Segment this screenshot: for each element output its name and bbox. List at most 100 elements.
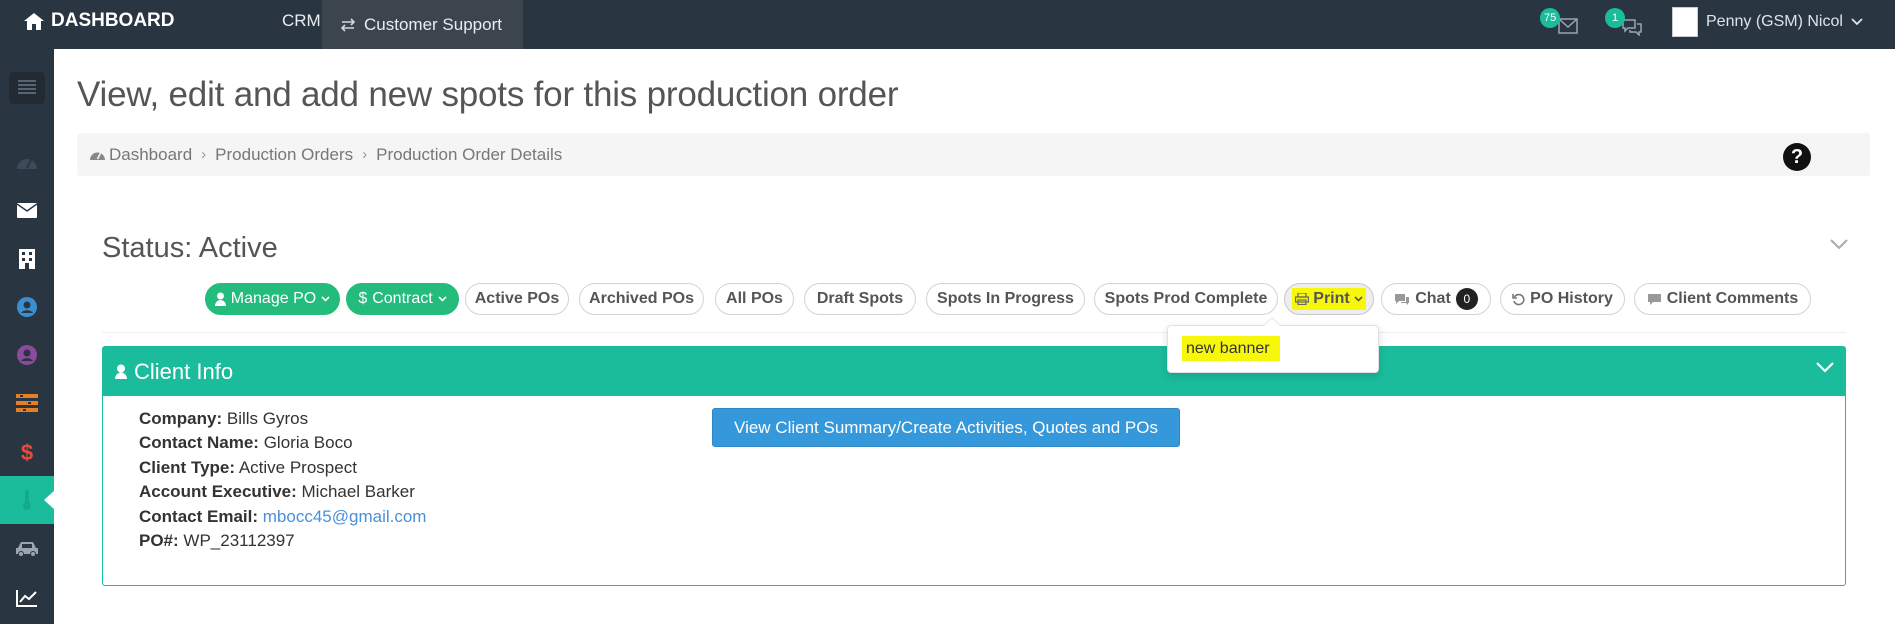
client-type-line: Client Type: Active Prospect xyxy=(139,458,357,478)
avatar xyxy=(1672,7,1698,37)
po-history-button[interactable]: PO History xyxy=(1500,283,1625,315)
archived-pos-button[interactable]: Archived POs xyxy=(579,283,704,315)
chat-count-badge: 0 xyxy=(1455,288,1478,310)
sidebar-item-car[interactable] xyxy=(0,525,54,573)
dashboard-brand-link[interactable]: DASHBOARD xyxy=(24,0,175,42)
po-history-label: PO History xyxy=(1530,290,1613,307)
thermometer-icon xyxy=(23,490,31,510)
page-title: View, edit and add new spots for this pr… xyxy=(77,75,899,114)
history-icon xyxy=(1512,293,1525,305)
manage-po-label: Manage PO xyxy=(230,290,317,307)
dollar-icon: $ xyxy=(358,290,368,307)
envelope-icon xyxy=(17,202,37,218)
user-menu[interactable]: Penny (GSM) Nicol xyxy=(1672,0,1863,44)
help-icon[interactable]: ? xyxy=(1783,143,1811,171)
contact-name-value: Gloria Boco xyxy=(263,433,353,452)
tasks-icon xyxy=(16,394,38,412)
active-pos-button[interactable]: Active POs xyxy=(465,283,569,315)
account-exec-line: Account Executive: Michael Barker xyxy=(139,482,415,502)
dropdown-caret xyxy=(1263,317,1281,326)
user-icon xyxy=(115,364,127,379)
home-icon xyxy=(24,12,44,30)
user-name: Penny (GSM) Nicol xyxy=(1706,13,1843,30)
contract-label: Contract xyxy=(372,290,433,307)
comments-icon xyxy=(1395,293,1410,305)
company-label: Company: xyxy=(139,409,223,428)
client-type-label: Client Type: xyxy=(139,458,236,477)
client-info-title: Client Info xyxy=(134,358,234,384)
user-circle-purple-icon xyxy=(17,345,37,365)
breadcrumb-dashboard[interactable]: Dashboard xyxy=(109,145,192,165)
breadcrumb-production-orders[interactable]: Production Orders xyxy=(215,145,353,165)
print-button-highlight: Print xyxy=(1292,288,1366,310)
company-line: Company: Bills Gyros xyxy=(139,409,308,429)
brand-label: DASHBOARD xyxy=(51,10,175,31)
po-number-line: PO#: WP_23112397 xyxy=(139,531,295,551)
nav-customer-support-label: Customer Support xyxy=(364,14,502,34)
po-label: PO#: xyxy=(139,531,179,550)
status-title: Status: Active xyxy=(102,232,278,264)
sidebar-item-tasks[interactable] xyxy=(0,379,54,427)
user-circle-icon xyxy=(17,297,37,317)
car-icon xyxy=(16,542,38,557)
print-dropdown-menu: new banner xyxy=(1167,317,1379,373)
messages-notification[interactable]: 75 xyxy=(1540,8,1580,38)
po-value: WP_23112397 xyxy=(183,531,295,550)
chevron-down-icon[interactable] xyxy=(1815,361,1835,373)
chevron-down-icon[interactable] xyxy=(1829,238,1849,250)
chat-button[interactable]: Chat 0 xyxy=(1381,283,1491,315)
all-pos-button[interactable]: All POs xyxy=(715,283,794,315)
client-comments-button[interactable]: Client Comments xyxy=(1634,283,1811,315)
manage-po-button[interactable]: Manage PO xyxy=(205,283,340,315)
envelope-icon xyxy=(1558,18,1578,34)
sidebar-item-dollar[interactable]: $ xyxy=(0,429,54,477)
company-value: Bills Gyros xyxy=(226,409,309,428)
active-indicator xyxy=(44,490,55,510)
sidebar-item-mail[interactable] xyxy=(0,186,54,234)
print-icon xyxy=(1295,293,1310,305)
tachometer-icon xyxy=(90,152,105,160)
spots-prod-complete-button[interactable]: Spots Prod Complete xyxy=(1094,283,1278,315)
menu-lines-icon xyxy=(18,80,36,94)
account-exec-label: Account Executive: xyxy=(139,482,297,501)
spots-in-progress-button[interactable]: Spots In Progress xyxy=(926,283,1085,315)
nav-crm[interactable]: CRM xyxy=(282,0,321,42)
contact-email-line: Contact Email: mbocc45@gmail.com xyxy=(139,507,426,527)
contact-name-line: Contact Name: Gloria Boco xyxy=(139,433,353,453)
chevron-down-icon xyxy=(438,296,447,302)
print-label: Print xyxy=(1313,290,1350,307)
client-type-value: Active Prospect xyxy=(238,458,357,477)
draft-spots-button[interactable]: Draft Spots xyxy=(804,283,916,315)
line-chart-icon xyxy=(16,590,37,607)
sidebar-toggle[interactable] xyxy=(0,64,54,112)
account-exec-value: Michael Barker xyxy=(301,482,415,501)
chevron-down-icon xyxy=(1354,296,1363,302)
view-client-summary-button[interactable]: View Client Summary/Create Activities, Q… xyxy=(712,408,1180,447)
sidebar-item-building[interactable] xyxy=(0,235,54,283)
breadcrumb: Dashboard › Production Orders › Producti… xyxy=(77,133,1870,176)
sidebar-item-dashboard[interactable] xyxy=(0,138,54,186)
breadcrumb-separator: › xyxy=(362,146,368,163)
breadcrumb-separator: › xyxy=(201,146,207,163)
chat-label: Chat xyxy=(1415,290,1451,307)
sidebar: $ xyxy=(0,49,55,624)
chat-count-badge: 1 xyxy=(1605,8,1625,28)
sidebar-item-active[interactable] xyxy=(0,476,55,524)
client-comments-label: Client Comments xyxy=(1666,290,1799,307)
sidebar-item-contacts[interactable] xyxy=(0,283,54,331)
print-menu-item-new-banner[interactable]: new banner xyxy=(1182,336,1280,361)
chat-notification[interactable]: 1 xyxy=(1605,8,1645,38)
sidebar-item-analytics[interactable] xyxy=(0,574,54,622)
sidebar-item-users[interactable] xyxy=(0,331,54,379)
client-info-header[interactable]: Client Info xyxy=(103,347,1845,396)
contract-button[interactable]: $ Contract xyxy=(346,283,459,315)
nav-customer-support[interactable]: Customer Support xyxy=(322,0,523,49)
print-button[interactable]: Print xyxy=(1284,283,1374,315)
comment-icon xyxy=(1647,293,1661,305)
tachometer-icon xyxy=(17,159,37,169)
divider xyxy=(102,332,1846,333)
building-icon xyxy=(19,249,35,269)
dollar-icon: $ xyxy=(20,440,34,465)
contact-email-link[interactable]: mbocc45@gmail.com xyxy=(263,507,427,526)
exchange-icon xyxy=(340,17,356,32)
